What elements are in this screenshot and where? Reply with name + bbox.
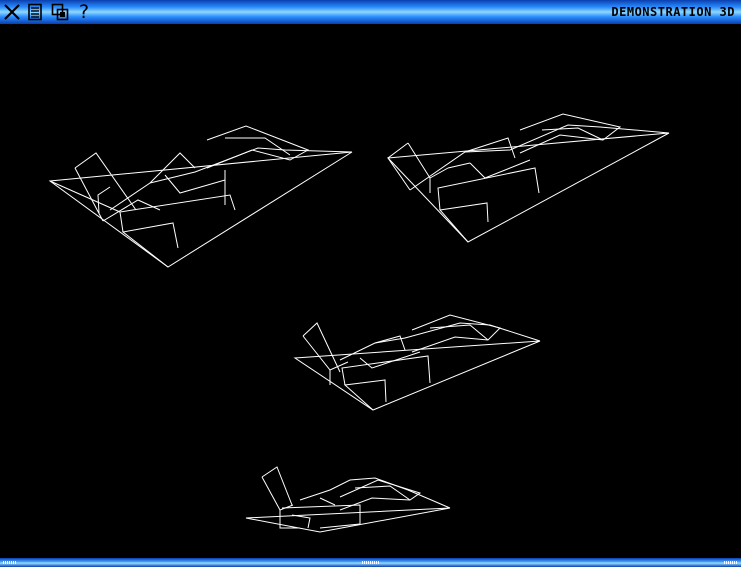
document-icon[interactable] — [25, 2, 45, 22]
center-scroll-grip[interactable] — [362, 561, 380, 564]
jet-wireframe-4 — [245, 466, 451, 533]
help-icon[interactable]: ? — [74, 2, 94, 22]
jet-wireframe-1 — [48, 125, 353, 268]
jet-wireframe-2 — [386, 113, 670, 243]
bottom-bar — [0, 558, 741, 567]
right-resize-grip[interactable] — [724, 561, 738, 564]
help-glyph: ? — [78, 1, 90, 23]
jet-wireframe-3 — [293, 314, 541, 411]
render-canvas — [0, 24, 741, 558]
left-resize-grip[interactable] — [3, 561, 17, 564]
title-bar[interactable]: ? DEMONSTRATION 3D — [0, 0, 741, 24]
demo-3d-window: ? DEMONSTRATION 3D — [0, 0, 741, 567]
wireframe-scene — [48, 113, 670, 533]
close-icon[interactable] — [2, 2, 22, 22]
window-title: DEMONSTRATION 3D — [611, 5, 735, 19]
windows-icon[interactable] — [50, 2, 70, 22]
